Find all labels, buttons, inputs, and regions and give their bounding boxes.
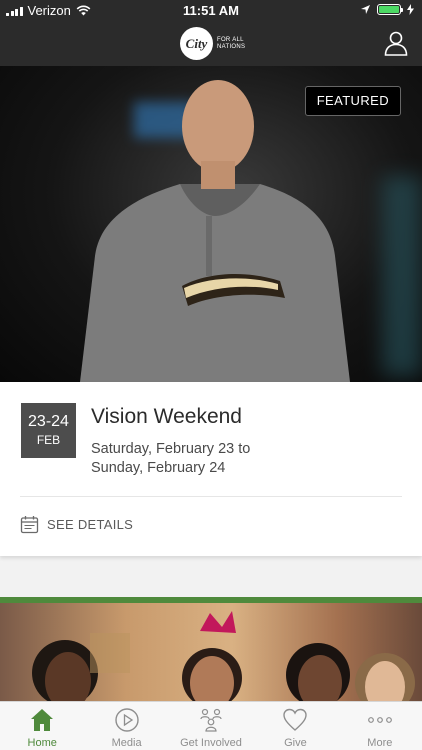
logo-tagline: FOR ALL NATIONS xyxy=(217,37,245,51)
group-photo-card[interactable] xyxy=(0,597,422,702)
event-dates: Saturday, February 23 to Sunday, Februar… xyxy=(91,440,331,478)
featured-badge: FEATURED xyxy=(304,86,401,116)
battery-icon xyxy=(377,4,403,15)
tab-media[interactable]: Media xyxy=(84,702,168,750)
event-dates-line1: Saturday, February 23 to xyxy=(91,441,251,457)
status-right xyxy=(360,4,414,15)
tab-home[interactable]: Home xyxy=(0,702,84,750)
tab-more[interactable]: More xyxy=(338,702,422,750)
tab-get-involved-label: Get Involved xyxy=(180,737,242,749)
bottom-tab-bar: Home Media Get Involved Give More xyxy=(0,701,422,750)
event-title: Vision Weekend xyxy=(91,405,242,428)
see-details-button[interactable]: SEE DETAILS xyxy=(20,515,133,534)
event-date-box: 23-24 FEB xyxy=(21,403,76,458)
event-month: FEB xyxy=(36,433,61,447)
tab-more-label: More xyxy=(367,737,393,749)
event-date-range: 23-24 xyxy=(28,413,69,430)
event-dates-line2: Sunday, February 24 xyxy=(91,460,226,476)
tab-media-label: Media xyxy=(111,737,142,749)
logo-tagline-line1: FOR ALL xyxy=(217,36,244,43)
tab-give-label: Give xyxy=(284,737,307,749)
tab-get-involved[interactable]: Get Involved xyxy=(169,702,253,750)
calendar-icon xyxy=(20,516,39,534)
people-icon xyxy=(200,708,222,732)
home-icon xyxy=(31,709,54,731)
clock: 11:51 AM xyxy=(183,3,239,18)
profile-icon[interactable] xyxy=(382,29,410,57)
featured-event-image[interactable]: FEATURED xyxy=(0,66,422,382)
location-arrow-icon xyxy=(361,5,370,14)
see-details-label: SEE DETAILS xyxy=(47,517,134,532)
card-divider xyxy=(20,496,402,497)
status-bar: Verizon 11:51 AM xyxy=(0,0,422,22)
event-card[interactable]: 23-24 FEB Vision Weekend Saturday, Febru… xyxy=(0,382,422,556)
church-logo[interactable]: City FOR ALL NATIONS xyxy=(180,27,245,60)
charging-bolt-icon xyxy=(407,4,414,15)
heart-icon xyxy=(283,708,308,731)
group-photo xyxy=(32,611,415,702)
more-icon xyxy=(367,717,392,723)
top-navigation-bar: City FOR ALL NATIONS xyxy=(0,22,422,66)
logo-tagline-line2: NATIONS xyxy=(217,43,246,50)
play-icon xyxy=(114,708,139,732)
tab-give[interactable]: Give xyxy=(253,702,337,750)
logo-mark: City xyxy=(180,27,213,60)
tab-home-label: Home xyxy=(27,737,57,749)
